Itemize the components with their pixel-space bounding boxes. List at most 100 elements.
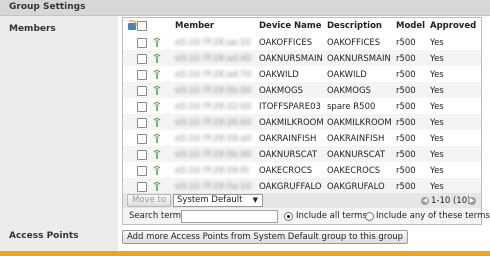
col-member[interactable]: Member xyxy=(175,21,214,31)
table-row[interactable]: e0:10:7f:29:26:60 OAKMILKROOM OAKMILKROOM r… xyxy=(123,114,481,130)
approved: Yes xyxy=(430,134,444,144)
row-checkbox[interactable] xyxy=(137,54,147,64)
device-name: OAKOFFICES xyxy=(259,38,313,48)
table-row[interactable]: e0:10:7f:28:ad:40 OAKNURSMAIN OAKNURSMAIN r… xyxy=(123,50,481,66)
description: OAKGRUFALO xyxy=(327,182,385,192)
device-name: OAKNURSCAT xyxy=(259,150,318,160)
include-all-label[interactable]: Include all terms xyxy=(296,211,367,221)
edit-icon[interactable] xyxy=(127,20,137,31)
description: OAKMOGS xyxy=(327,86,371,96)
member-mac[interactable]: e0:10:7f:29:5b:90 xyxy=(175,150,251,160)
select-all-checkbox[interactable] xyxy=(137,21,147,31)
model: r500 xyxy=(396,118,416,128)
model: r500 xyxy=(396,86,416,96)
member-mac[interactable]: e0:10:7f:28:ae:20 xyxy=(175,38,251,48)
approved: Yes xyxy=(430,70,444,80)
table-row[interactable]: e0:10:7f:29:59:f0 OAKECROCS OAKECROCS r500 Y… xyxy=(123,162,481,178)
access-point-icon xyxy=(153,54,161,63)
row-checkbox[interactable] xyxy=(137,86,147,96)
approved: Yes xyxy=(430,150,444,160)
search-input[interactable] xyxy=(181,210,278,223)
device-name: OAKGRUFFALO xyxy=(259,182,322,192)
model: r500 xyxy=(396,182,416,192)
table-body: e0:10:7f:28:ae:20 OAKOFFICES OAKOFFICES r50… xyxy=(123,34,481,194)
member-mac[interactable]: e0:10:7f:29:5b:00 xyxy=(175,86,251,96)
member-mac[interactable]: e0:10:7f:29:5a:10 xyxy=(175,182,251,192)
prev-page-icon[interactable]: ◀ xyxy=(421,197,429,205)
approved: Yes xyxy=(430,182,444,192)
approved: Yes xyxy=(430,118,444,128)
description: OAKNURSCAT xyxy=(327,150,386,160)
search-label: Search terms xyxy=(129,211,186,221)
approved: Yes xyxy=(430,102,444,112)
table-row[interactable]: e0:10:7f:29:5b:00 OAKMOGS OAKMOGS r500 Yes xyxy=(123,82,481,98)
move-bar: Move to System Default ▼ ◀ 1-10 (10) ▶ xyxy=(122,193,482,209)
move-target-value: System Default xyxy=(177,195,243,205)
row-checkbox[interactable] xyxy=(137,150,147,160)
chevron-down-icon: ▼ xyxy=(252,196,258,204)
row-checkbox[interactable] xyxy=(137,38,147,48)
device-name: OAKWILD xyxy=(259,70,299,80)
section-header: Group Settings xyxy=(0,0,490,16)
member-mac[interactable]: e0:10:7f:29:26:60 xyxy=(175,118,251,128)
device-name: OAKRAINFISH xyxy=(259,134,317,144)
device-name: OAKECROCS xyxy=(259,166,313,176)
model: r500 xyxy=(396,70,416,80)
member-mac[interactable]: e0:10:7f:28:ad:70 xyxy=(175,70,251,80)
description: OAKECROCS xyxy=(327,166,381,176)
access-point-icon xyxy=(153,166,161,175)
device-name: OAKMILKROOM xyxy=(259,118,324,128)
next-page-icon[interactable]: ▶ xyxy=(468,197,476,205)
search-bar: Search terms Include all terms Include a… xyxy=(122,208,490,225)
table-row[interactable]: e0:10:7f:28:ad:70 OAKWILD OAKWILD r500 Yes xyxy=(123,66,481,82)
member-mac[interactable]: e0:10:7f:29:59:a0 xyxy=(175,134,251,144)
description: OAKRAINFISH xyxy=(327,134,385,144)
section-title: Group Settings xyxy=(9,2,86,12)
model: r500 xyxy=(396,134,416,144)
move-to-button[interactable]: Move to xyxy=(127,194,172,207)
description: OAKOFFICES xyxy=(327,38,381,48)
access-point-icon xyxy=(153,102,161,111)
table-row[interactable]: e0:10:7f:29:22:00 ITOFFSPARE03 spare R500 r… xyxy=(123,98,481,114)
label-column: Members Access Points xyxy=(0,16,118,251)
row-checkbox[interactable] xyxy=(137,118,147,128)
access-point-icon xyxy=(153,134,161,143)
include-any-label[interactable]: Include any of these terms xyxy=(376,211,490,221)
members-label: Members xyxy=(9,24,56,34)
description: OAKNURSMAIN xyxy=(327,54,391,64)
row-checkbox[interactable] xyxy=(137,166,147,176)
access-point-icon xyxy=(153,70,161,79)
model: r500 xyxy=(396,102,416,112)
add-access-points-button[interactable]: Add more Access Points from System Defau… xyxy=(122,230,409,244)
member-mac[interactable]: e0:10:7f:29:59:f0 xyxy=(175,166,249,176)
row-checkbox[interactable] xyxy=(137,134,147,144)
access-point-icon xyxy=(153,118,161,127)
access-point-icon xyxy=(153,150,161,159)
include-all-radio[interactable] xyxy=(284,212,293,221)
approved: Yes xyxy=(430,54,444,64)
member-mac[interactable]: e0:10:7f:28:ad:40 xyxy=(175,54,251,64)
access-point-icon xyxy=(153,182,161,191)
move-target-select[interactable]: System Default ▼ xyxy=(173,194,263,207)
row-checkbox[interactable] xyxy=(137,102,147,112)
access-points-label: Access Points xyxy=(9,231,79,241)
include-any-radio[interactable] xyxy=(365,212,374,221)
table-row[interactable]: e0:10:7f:29:5a:10 OAKGRUFFALO OAKGRUFALO r5… xyxy=(123,178,481,194)
approved: Yes xyxy=(430,86,444,96)
col-approved[interactable]: Approved xyxy=(430,21,476,31)
approved: Yes xyxy=(430,38,444,48)
table-row[interactable]: e0:10:7f:29:5b:90 OAKNURSCAT OAKNURSCAT r50… xyxy=(123,146,481,162)
col-description[interactable]: Description xyxy=(327,21,382,31)
row-checkbox[interactable] xyxy=(137,70,147,80)
device-name: OAKNURSMAIN xyxy=(259,54,323,64)
table-row[interactable]: e0:10:7f:29:59:a0 OAKRAINFISH OAKRAINFISH r… xyxy=(123,130,481,146)
row-checkbox[interactable] xyxy=(137,182,147,192)
members-table: Member Device Name Description Model App… xyxy=(122,17,482,195)
member-mac[interactable]: e0:10:7f:29:22:00 xyxy=(175,102,251,112)
approved: Yes xyxy=(430,166,444,176)
description: OAKWILD xyxy=(327,70,367,80)
table-row[interactable]: e0:10:7f:28:ae:20 OAKOFFICES OAKOFFICES r50… xyxy=(123,34,481,50)
table-header: Member Device Name Description Model App… xyxy=(123,18,481,33)
col-model[interactable]: Model xyxy=(396,21,425,31)
col-device-name[interactable]: Device Name xyxy=(259,21,322,31)
